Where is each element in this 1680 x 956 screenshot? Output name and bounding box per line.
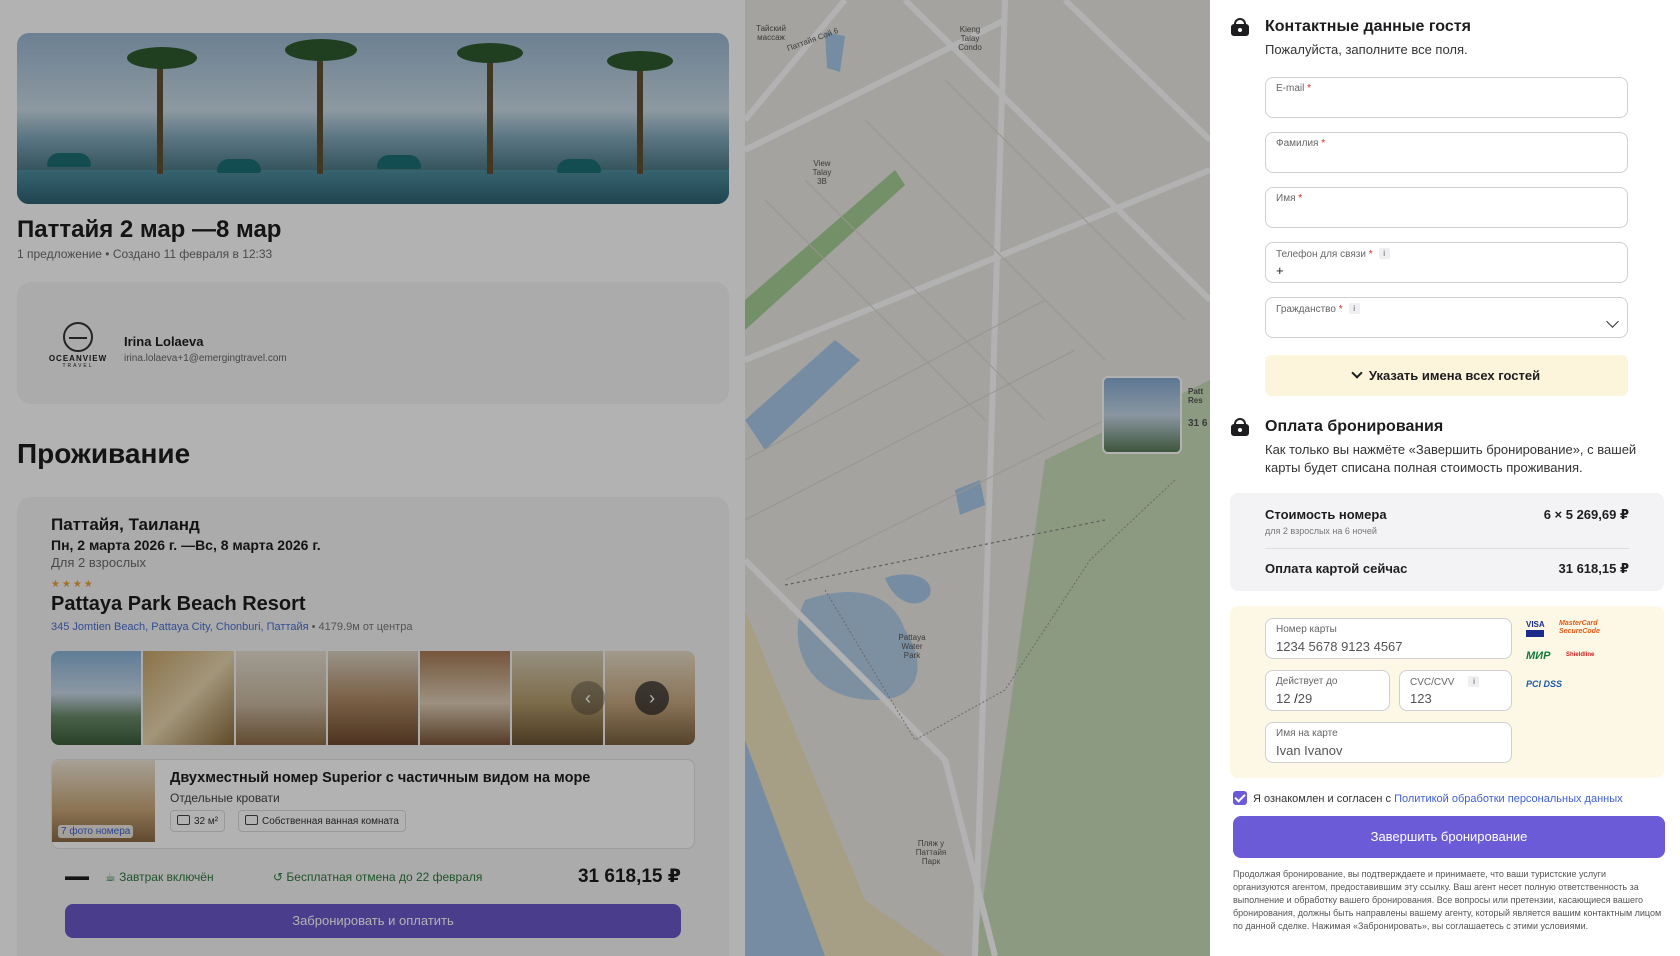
shieldline-logo: Shieldline [1566,652,1595,658]
pay-now-value: 31 618,15 ₽ [1558,561,1630,576]
phone-label: Телефон для связи * i [1276,248,1390,260]
specify-guests-button[interactable]: Указать имена всех гостей [1265,355,1628,396]
card-holder-value[interactable]: Ivan Ivanov [1276,743,1343,758]
visa-secure-icon [1526,630,1544,637]
card-holder-field[interactable]: Имя на карте Ivan Ivanov [1265,722,1512,763]
booking-panel: Контактные данные гостя Пожалуйста, запо… [1210,0,1680,956]
payment-subtitle: Как только вы нажмёте «Завершить брониро… [1265,442,1637,475]
consent-text: Я ознакомлен и согласен с [1253,793,1395,805]
privacy-policy-link[interactable]: Политикой обработки персональных данных [1394,793,1623,805]
payment-title: Оплата бронирования [1265,418,1444,435]
finish-booking-button[interactable]: Завершить бронирование [1233,816,1665,858]
pci-dss-logo: PCI DSS [1526,679,1563,689]
contact-subtitle: Пожалуйста, заполните все поля. [1265,42,1468,57]
contact-title: Контактные данные гостя [1265,18,1471,35]
citizenship-label: Гражданство * i [1276,303,1360,315]
card-holder-label: Имя на карте [1276,728,1338,739]
legal-disclaimer: Продолжая бронирование, вы подтверждаете… [1233,869,1662,931]
modal-backdrop[interactable] [0,0,1210,956]
lock-icon [1231,418,1249,436]
expiry-label: Действует до [1276,676,1338,687]
card-number-label: Номер карты [1276,624,1337,635]
citizenship-info-icon[interactable]: i [1348,303,1360,314]
card-number-field[interactable]: Номер карты 1234 5678 9123 4567 [1265,618,1512,659]
cvc-label: CVC/CVV i [1410,676,1480,688]
room-cost-sub: для 2 взрослых на 6 ночей [1265,526,1377,536]
cvc-value[interactable]: 123 [1410,691,1432,706]
citizenship-select[interactable]: Гражданство * i [1265,297,1628,338]
name-label: Имя * [1276,193,1303,204]
cost-summary: Стоимость номера для 2 взрослых на 6 ноч… [1230,493,1664,591]
expiry-field[interactable]: Действует до 12 /29 [1265,670,1390,711]
cvc-info-icon[interactable]: i [1468,676,1480,687]
surname-label: Фамилия * [1276,138,1326,149]
pay-now-label: Оплата картой сейчас [1265,561,1408,576]
email-label: E-mail * [1276,83,1312,94]
phone-info-icon[interactable]: i [1378,248,1390,259]
consent-checkbox[interactable] [1233,791,1247,805]
cvc-field[interactable]: CVC/CVV i 123 [1399,670,1512,711]
card-form: Номер карты 1234 5678 9123 4567 Действуе… [1230,606,1664,778]
mir-logo: МИР [1526,650,1551,662]
phone-field[interactable]: Телефон для связи * i + [1265,242,1628,283]
room-cost-label: Стоимость номера [1265,507,1387,522]
expiry-value[interactable]: 12 /29 [1276,691,1312,706]
mastercard-logo: MasterCard SecureCode [1559,620,1600,635]
lock-icon [1231,18,1249,36]
specify-guests-label: Указать имена всех гостей [1368,368,1541,383]
divider [1265,548,1629,549]
chevron-down-icon[interactable] [1606,315,1619,328]
surname-field[interactable]: Фамилия * [1265,132,1628,173]
chevron-down-icon [1351,367,1363,379]
name-field[interactable]: Имя * [1265,187,1628,228]
room-cost-value: 6 × 5 269,69 ₽ [1543,507,1629,522]
phone-value[interactable]: + [1276,263,1284,278]
visa-logo: VISA [1526,620,1545,629]
card-number-value[interactable]: 1234 5678 9123 4567 [1276,639,1403,654]
email-field[interactable]: E-mail * [1265,77,1628,118]
consent-row: Я ознакомлен и согласен с Политикой обра… [1233,791,1623,805]
